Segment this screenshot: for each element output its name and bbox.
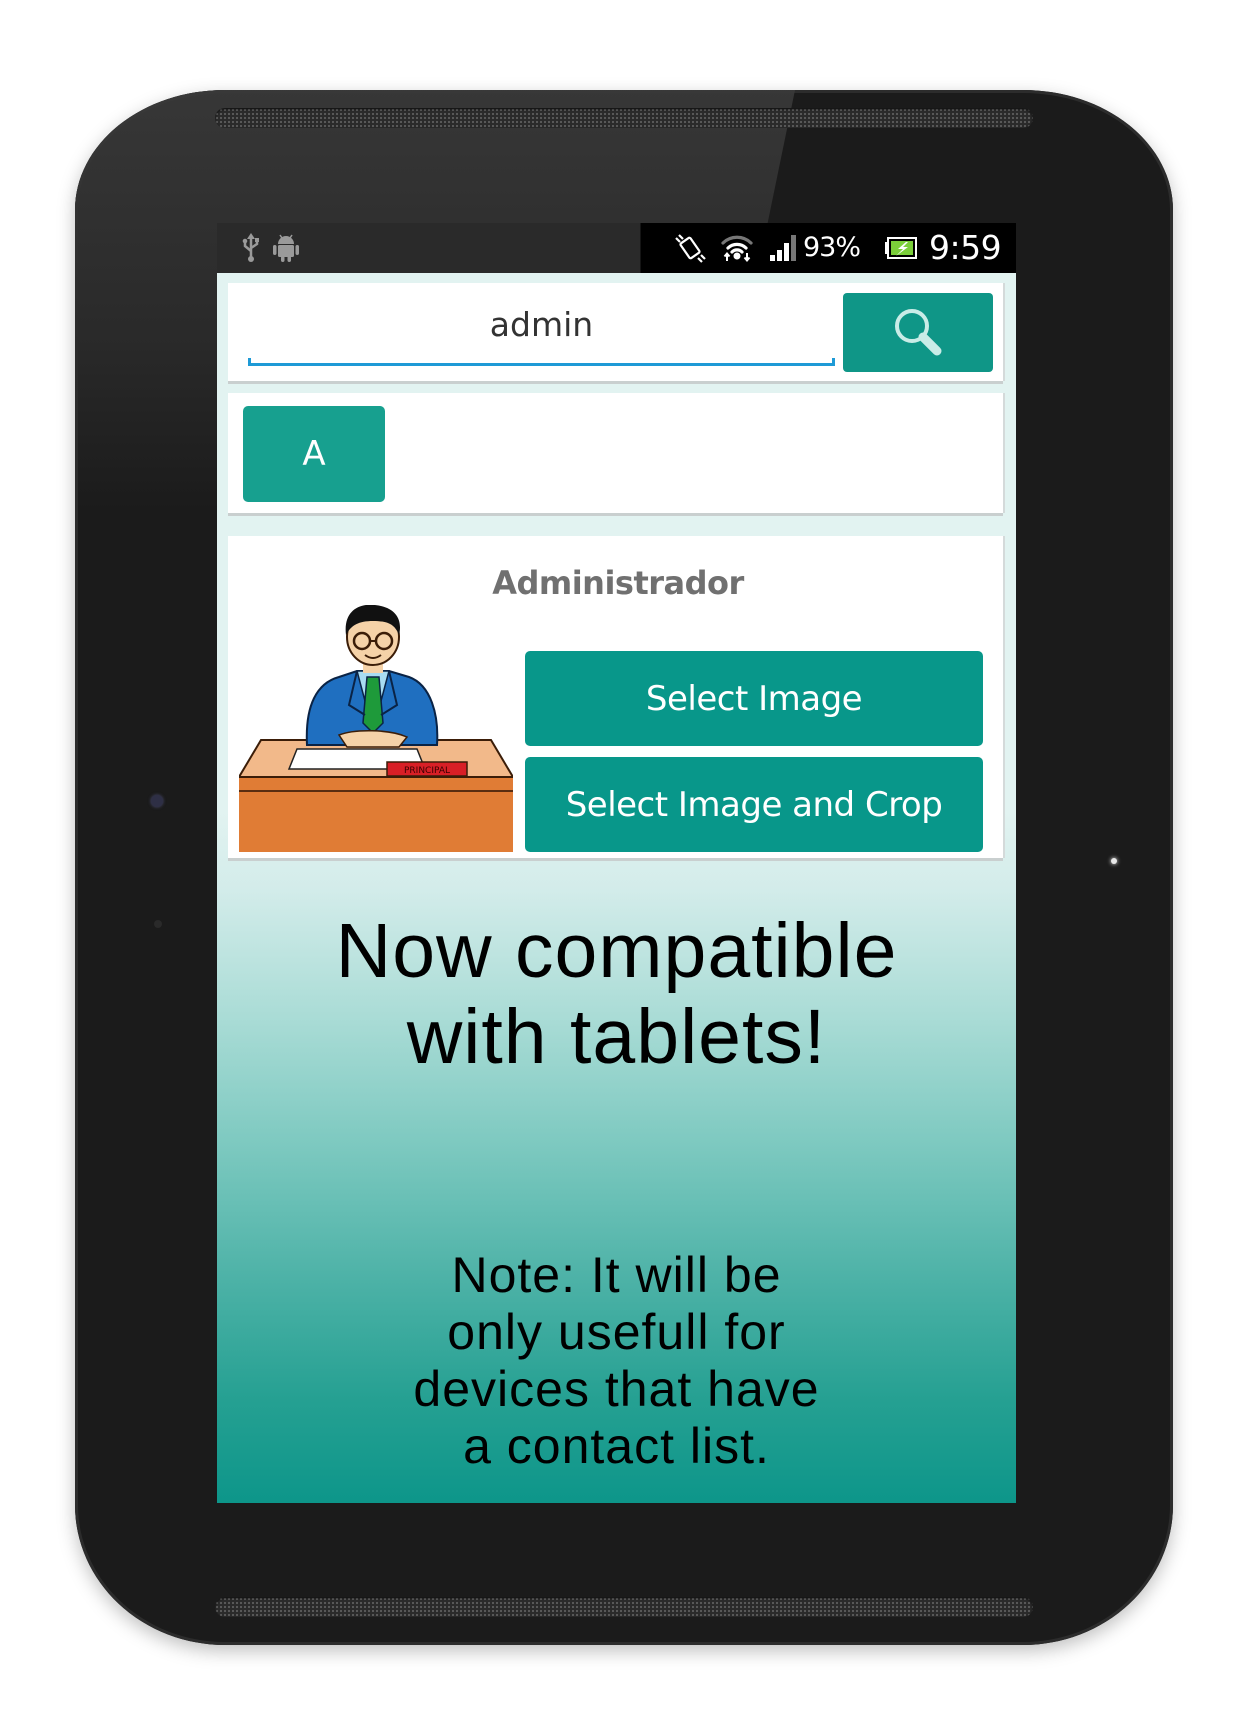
battery-percent: 93% [803,232,861,263]
contact-card: Administrador PRINCIPAL Select Image Sel… [228,536,1003,858]
wifi-icon [719,232,755,264]
promo-headline-line: with tablets! [406,994,827,1080]
search-card [228,283,1003,381]
promo-headline-line: Now compatible [335,908,898,994]
signal-icon [768,232,798,264]
contact-image[interactable]: PRINCIPAL [237,604,515,852]
promo-note-line: a contact list. [463,1418,770,1474]
promo-headline: Now compatible with tablets! [217,908,1016,1080]
select-image-button[interactable]: Select Image [525,651,983,746]
promo-note-line: devices that have [413,1361,820,1417]
letter-a-button[interactable]: A [243,406,385,502]
usb-icon [239,232,263,264]
status-bar: 93% 9:59 [217,223,1016,273]
search-icon [888,304,948,362]
promo-note-line: Note: It will be [451,1247,782,1303]
promo-note: Note: It will be only usefull for device… [217,1247,1016,1475]
notification-led [1111,858,1117,864]
promo-note-line: only usefull for [447,1304,786,1360]
contact-name: Administrador [492,564,744,602]
letter-filter-card: A [228,393,1003,513]
vibrate-icon [672,232,708,264]
android-debug-icon [271,232,301,264]
bottom-speaker-grille [215,1597,1033,1617]
clock: 9:59 [929,228,1002,267]
light-sensor [154,920,162,928]
app-screen: 93% 9:59 A Administrador [217,223,1016,1503]
search-button[interactable] [843,293,993,372]
top-speaker-grille [215,108,1033,128]
search-input-underline [248,358,835,366]
select-image-and-crop-button[interactable]: Select Image and Crop [525,757,983,852]
battery-charging-icon [884,232,918,264]
svg-text:PRINCIPAL: PRINCIPAL [404,766,450,776]
search-input[interactable] [248,293,835,355]
desk-front [239,777,513,852]
front-camera [151,795,163,807]
